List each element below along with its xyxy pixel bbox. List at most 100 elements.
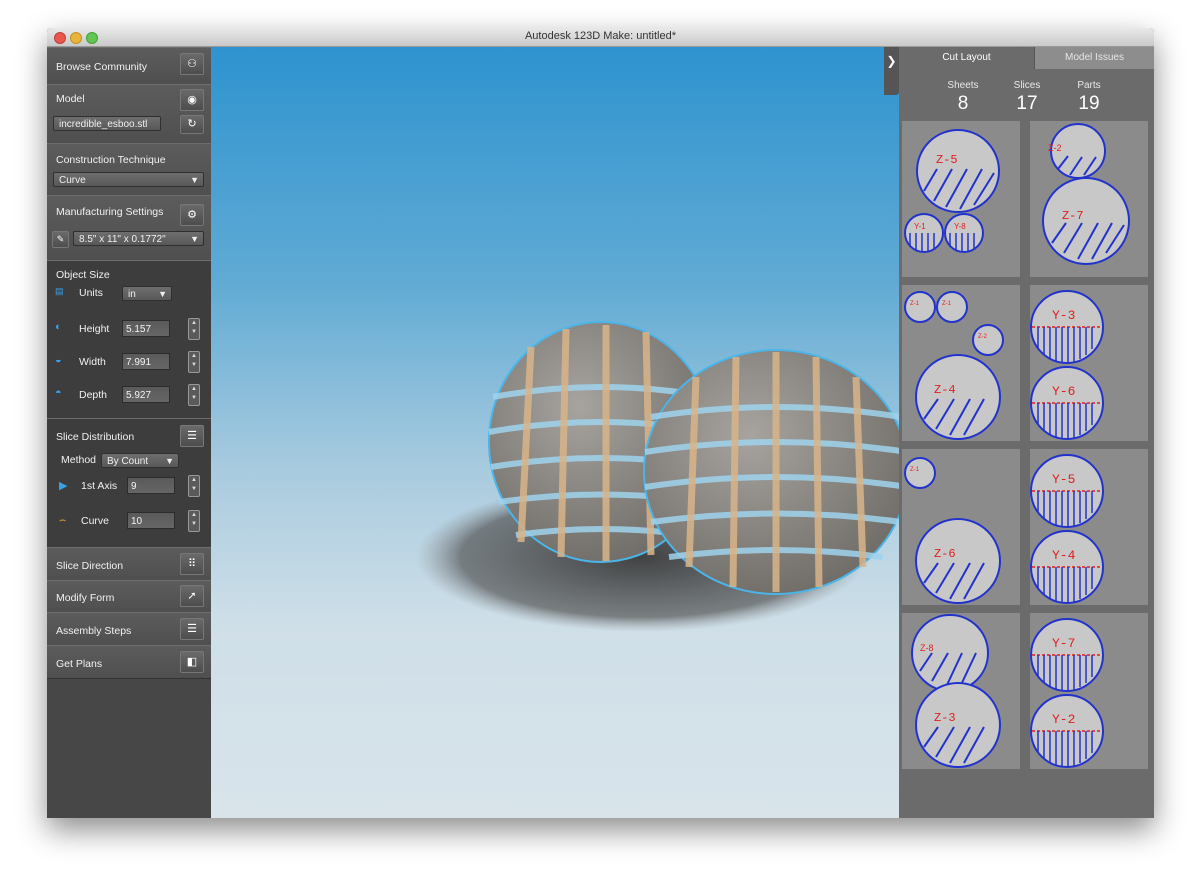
- axis1-stepper[interactable]: ▲ ▼: [188, 475, 200, 497]
- sheet-thumbnail[interactable]: Y-3 Y-6: [1030, 285, 1148, 441]
- get-plans-section[interactable]: Get Plans ◧: [47, 645, 211, 679]
- method-label: Method: [61, 454, 97, 466]
- model-section: Model ◉ incredible_esboo.stl ↻: [47, 84, 211, 144]
- width-stepper[interactable]: ▲ ▼: [188, 351, 200, 373]
- part-label: Z-6: [934, 547, 956, 561]
- curve-label: Curve: [81, 515, 110, 527]
- sheet-thumbnail[interactable]: Z-5 Y-1 Y-8: [902, 121, 1020, 277]
- units-dropdown[interactable]: in ▼: [122, 286, 172, 301]
- slice-distribution-label: Slice Distribution: [56, 431, 135, 443]
- chevron-down-icon: ▼: [158, 289, 167, 299]
- collapse-panel-button[interactable]: ❯: [884, 47, 899, 95]
- browse-community-label: Browse Community: [56, 61, 148, 73]
- method-dropdown[interactable]: By Count ▼: [101, 453, 179, 468]
- depth-stepper[interactable]: ▲ ▼: [188, 384, 200, 406]
- sheets-label: Sheets: [947, 80, 979, 91]
- construction-technique-dropdown[interactable]: Curve ▼: [53, 172, 204, 187]
- part-label: Y-4: [1052, 548, 1076, 563]
- title-bar: Autodesk 123D Make: untitled*: [47, 28, 1154, 47]
- depth-input[interactable]: 5.927: [122, 386, 170, 403]
- height-input[interactable]: 5.157: [122, 320, 170, 337]
- part-label: Y-3: [1052, 308, 1075, 323]
- depth-label: Depth: [79, 389, 108, 401]
- community-icon[interactable]: ⚇: [180, 53, 204, 75]
- manufacturing-settings-label: Manufacturing Settings: [56, 206, 164, 218]
- axis-arrow-icon: ▶: [59, 480, 68, 492]
- sphere-right: [643, 349, 899, 595]
- parts-label: Parts: [1077, 80, 1101, 91]
- cut-layout-panel: Cut Layout Model Issues Sheets 8 Slices …: [899, 47, 1154, 818]
- units-value: in: [128, 289, 136, 300]
- sheet-thumbnail[interactable]: Z-1 Z-1 Z-2 Z-4: [902, 285, 1020, 441]
- part-label: Z-5: [936, 153, 958, 167]
- curve-input[interactable]: 10: [127, 512, 175, 529]
- sheet-thumbnail[interactable]: Z-1 Z-6: [902, 449, 1020, 605]
- window-title: Autodesk 123D Make: untitled*: [524, 30, 677, 42]
- parts-value: 19: [1078, 93, 1100, 114]
- manufacturing-settings-section: Manufacturing Settings ⚙ ✎ 8.5" x 11" x …: [47, 195, 211, 261]
- slices-label: Slices: [1013, 80, 1041, 91]
- chevron-right-icon: ❯: [886, 54, 897, 68]
- modify-form-icon[interactable]: ➚: [180, 585, 204, 607]
- model-file-field[interactable]: incredible_esboo.stl: [53, 116, 161, 131]
- axis1-label: 1st Axis: [81, 480, 118, 492]
- modify-form-section[interactable]: Modify Form ➚: [47, 580, 211, 613]
- width-icon: ◒: [55, 354, 62, 366]
- ruler-icon: ▤: [55, 286, 64, 296]
- depth-icon: ◓: [55, 387, 62, 399]
- material-dropdown[interactable]: 8.5" x 11" x 0.1772" ▼: [73, 231, 204, 246]
- part-label: Z-8: [920, 643, 934, 653]
- part-label: Z-1: [910, 301, 920, 307]
- sheet-thumbnail[interactable]: Y-5 Y-4: [1030, 449, 1148, 605]
- part-label: Y-7: [1052, 636, 1075, 651]
- slices-value: 17: [1016, 93, 1038, 114]
- assembly-steps-section[interactable]: Assembly Steps ☰: [47, 612, 211, 646]
- construction-technique-label: Construction Technique: [56, 154, 166, 166]
- part-label: Y-1: [914, 222, 926, 231]
- part-label: Y-8: [954, 222, 966, 231]
- slice-direction-icon[interactable]: ⠿: [180, 553, 204, 575]
- sheet-thumbnail[interactable]: Y-7 Y-2: [1030, 613, 1148, 769]
- width-input[interactable]: 7.991: [122, 353, 170, 370]
- part-label: Z-3: [934, 711, 956, 725]
- 3d-viewport[interactable]: [211, 47, 899, 818]
- modify-form-label: Modify Form: [56, 592, 115, 604]
- construction-technique-value: Curve: [59, 175, 86, 186]
- height-stepper[interactable]: ▲ ▼: [188, 318, 200, 340]
- sheet-thumbnail[interactable]: Z-2 Z-7: [1030, 121, 1148, 277]
- tab-cut-layout[interactable]: Cut Layout: [899, 47, 1034, 69]
- object-size-section: Object Size ▤ Units in ▼ ◐ Height 5.157 ▲…: [47, 260, 211, 419]
- browse-community-section[interactable]: Browse Community ⚇: [47, 47, 211, 85]
- assembly-steps-icon[interactable]: ☰: [180, 618, 204, 640]
- height-label: Height: [79, 323, 110, 335]
- slice-direction-label: Slice Direction: [56, 560, 124, 572]
- part-label: Z-4: [934, 383, 956, 397]
- curve-stepper[interactable]: ▲ ▼: [188, 510, 200, 532]
- eye-icon[interactable]: ◉: [180, 89, 204, 111]
- tab-model-issues[interactable]: Model Issues: [1034, 47, 1154, 69]
- height-icon: ◐: [55, 321, 62, 333]
- slice-direction-section[interactable]: Slice Direction ⠿: [47, 547, 211, 581]
- method-value: By Count: [107, 456, 149, 467]
- construction-technique-section: Construction Technique Curve ▼: [47, 143, 211, 196]
- refresh-icon[interactable]: ↻: [180, 115, 204, 134]
- axis1-input[interactable]: 9: [127, 477, 175, 494]
- part-label: Y-2: [1052, 712, 1075, 727]
- gear-icon[interactable]: ⚙: [180, 204, 204, 226]
- sheets-value: 8: [957, 93, 969, 114]
- units-label: Units: [79, 287, 103, 299]
- part-label: Z-1: [942, 301, 952, 307]
- document-icon[interactable]: ◧: [180, 651, 204, 673]
- pencil-icon[interactable]: ✎: [52, 231, 69, 248]
- chevron-down-icon: ▼: [165, 456, 174, 466]
- model-label: Model: [56, 93, 85, 105]
- chevron-down-icon: ▼: [190, 175, 199, 185]
- slice-distribution-icon[interactable]: ☰: [180, 425, 204, 447]
- part-label: Y-5: [1052, 472, 1075, 487]
- sheet-thumbnail[interactable]: Z-8 Z-3: [902, 613, 1020, 769]
- left-sidebar: Browse Community ⚇ Model ◉ incredible_es…: [47, 47, 211, 818]
- part-label: Y-6: [1052, 384, 1075, 399]
- material-value: 8.5" x 11" x 0.1772": [79, 234, 166, 245]
- get-plans-label: Get Plans: [56, 658, 103, 670]
- model-render: [416, 321, 899, 632]
